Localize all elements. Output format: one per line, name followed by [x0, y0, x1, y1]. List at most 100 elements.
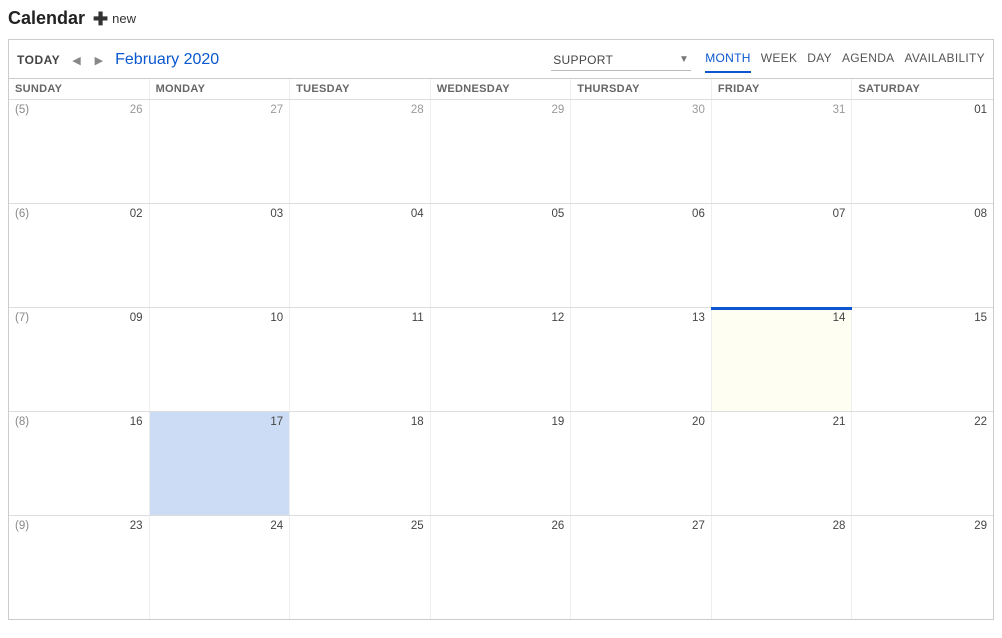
day-number: 27 [692, 520, 705, 532]
day-header: TUESDAY [290, 79, 431, 99]
calendar-day-cell[interactable]: 20 [571, 412, 712, 515]
day-number: 16 [130, 416, 143, 428]
view-availability[interactable]: AVAILABILITY [904, 47, 985, 73]
day-number: 06 [692, 208, 705, 220]
day-number: 18 [411, 416, 424, 428]
calendar-day-cell[interactable]: (9) 23 [9, 516, 150, 619]
day-number: 31 [833, 104, 846, 116]
day-header: THURSDAY [571, 79, 712, 99]
calendar-day-cell[interactable]: 27 [571, 516, 712, 619]
calendar-day-cell[interactable]: 18 [290, 412, 431, 515]
calendar-day-cell[interactable]: 28 [290, 100, 431, 203]
day-number: 29 [974, 520, 987, 532]
day-number: 12 [551, 312, 564, 324]
week-number: (7) [15, 312, 29, 324]
week-number: (9) [15, 520, 29, 532]
view-month[interactable]: MONTH [705, 47, 751, 73]
calendar-day-cell[interactable]: 31 [712, 100, 853, 203]
calendar-day-cell[interactable]: (7)09 [9, 308, 150, 411]
calendar-day-cell[interactable]: 06 [571, 204, 712, 307]
calendar-day-cell[interactable]: 11 [290, 308, 431, 411]
calendar-select-value: SUPPORT [553, 53, 613, 67]
calendar-day-cell[interactable]: 27 [150, 100, 291, 203]
day-number: 21 [833, 416, 846, 428]
calendar-week-row: (8) 16 17 18 19 20 21 22 [9, 411, 993, 515]
calendar-day-cell[interactable]: 14 [712, 308, 853, 411]
day-number: 28 [411, 104, 424, 116]
calendar: TODAY ◀ ▶ February 2020 SUPPORT ▼ MONTH … [8, 39, 994, 620]
calendar-day-cell[interactable]: 10 [150, 308, 291, 411]
calendar-day-cell[interactable]: 17 [150, 412, 291, 515]
calendar-day-cell[interactable]: 08 [852, 204, 993, 307]
day-number: 26 [551, 520, 564, 532]
day-number: 11 [412, 312, 424, 324]
day-header: MONDAY [150, 79, 291, 99]
day-number: 13 [692, 312, 705, 324]
day-header: SATURDAY [852, 79, 993, 99]
day-number: 07 [833, 208, 846, 220]
day-number: 23 [130, 520, 143, 532]
day-number: 04 [411, 208, 424, 220]
today-button[interactable]: TODAY [17, 53, 60, 67]
calendar-day-cell[interactable]: 21 [712, 412, 853, 515]
day-number: 03 [270, 208, 283, 220]
week-number: (8) [15, 416, 29, 428]
calendar-day-cell[interactable]: 13 [571, 308, 712, 411]
calendar-day-cell[interactable]: (6) 02 [9, 204, 150, 307]
prev-month-button[interactable]: ◀ [70, 54, 82, 67]
calendar-day-cell[interactable]: 01 [852, 100, 993, 203]
day-number: 19 [551, 416, 564, 428]
day-number: 05 [551, 208, 564, 220]
calendar-day-cell[interactable]: 07 [712, 204, 853, 307]
calendar-day-cell[interactable]: 04 [290, 204, 431, 307]
day-number: 01 [974, 104, 987, 116]
view-agenda[interactable]: AGENDA [842, 47, 894, 73]
calendar-day-cell[interactable]: 22 [852, 412, 993, 515]
day-header: FRIDAY [712, 79, 853, 99]
calendar-day-cell[interactable]: 25 [290, 516, 431, 619]
calendar-day-cell[interactable]: 26 [431, 516, 572, 619]
day-number: 14 [833, 312, 846, 324]
day-number: 24 [270, 520, 283, 532]
calendar-select[interactable]: SUPPORT ▼ [551, 50, 691, 71]
day-number: 29 [551, 104, 564, 116]
calendar-day-cell[interactable]: 12 [431, 308, 572, 411]
page-title: Calendar [8, 8, 85, 29]
calendar-week-row: (7)09 10 11 12 13 14 15 [9, 307, 993, 411]
month-label: February 2020 [115, 51, 219, 69]
day-header-row: SUNDAY MONDAY TUESDAY WEDNESDAY THURSDAY… [9, 78, 993, 99]
next-month-button[interactable]: ▶ [93, 54, 105, 67]
calendar-week-row: (6) 02 03 04 05 06 07 08 [9, 203, 993, 307]
day-header: SUNDAY [9, 79, 150, 99]
calendar-day-cell[interactable]: 15 [852, 308, 993, 411]
day-number: 27 [270, 104, 283, 116]
calendar-day-cell[interactable]: 24 [150, 516, 291, 619]
calendar-day-cell[interactable]: 28 [712, 516, 853, 619]
calendar-day-cell[interactable]: 29 [852, 516, 993, 619]
new-button[interactable]: ✚ new [93, 10, 136, 28]
calendar-toolbar: TODAY ◀ ▶ February 2020 SUPPORT ▼ MONTH … [9, 40, 993, 78]
day-number: 08 [974, 208, 987, 220]
calendar-day-cell[interactable]: 30 [571, 100, 712, 203]
day-number: 26 [130, 104, 143, 116]
day-number: 15 [974, 312, 987, 324]
week-number: (6) [15, 208, 29, 220]
calendar-day-cell[interactable]: 05 [431, 204, 572, 307]
calendar-day-cell[interactable]: 29 [431, 100, 572, 203]
day-number: 22 [974, 416, 987, 428]
calendar-day-cell[interactable]: 03 [150, 204, 291, 307]
day-number: 10 [270, 312, 283, 324]
plus-icon: ✚ [93, 10, 108, 28]
calendar-week-row: (9) 23 24 25 26 27 28 29 [9, 515, 993, 619]
view-week[interactable]: WEEK [761, 47, 798, 73]
day-number: 25 [411, 520, 424, 532]
caret-down-icon: ▼ [679, 54, 689, 65]
calendar-day-cell[interactable]: 19 [431, 412, 572, 515]
calendar-day-cell[interactable]: (5)26 [9, 100, 150, 203]
calendar-week-row: (5)26 27 28 29 30 31 01 [9, 99, 993, 203]
view-day[interactable]: DAY [807, 47, 832, 73]
calendar-day-cell[interactable]: (8) 16 [9, 412, 150, 515]
day-number: 17 [270, 416, 283, 428]
day-number: 02 [130, 208, 143, 220]
day-header: WEDNESDAY [431, 79, 572, 99]
